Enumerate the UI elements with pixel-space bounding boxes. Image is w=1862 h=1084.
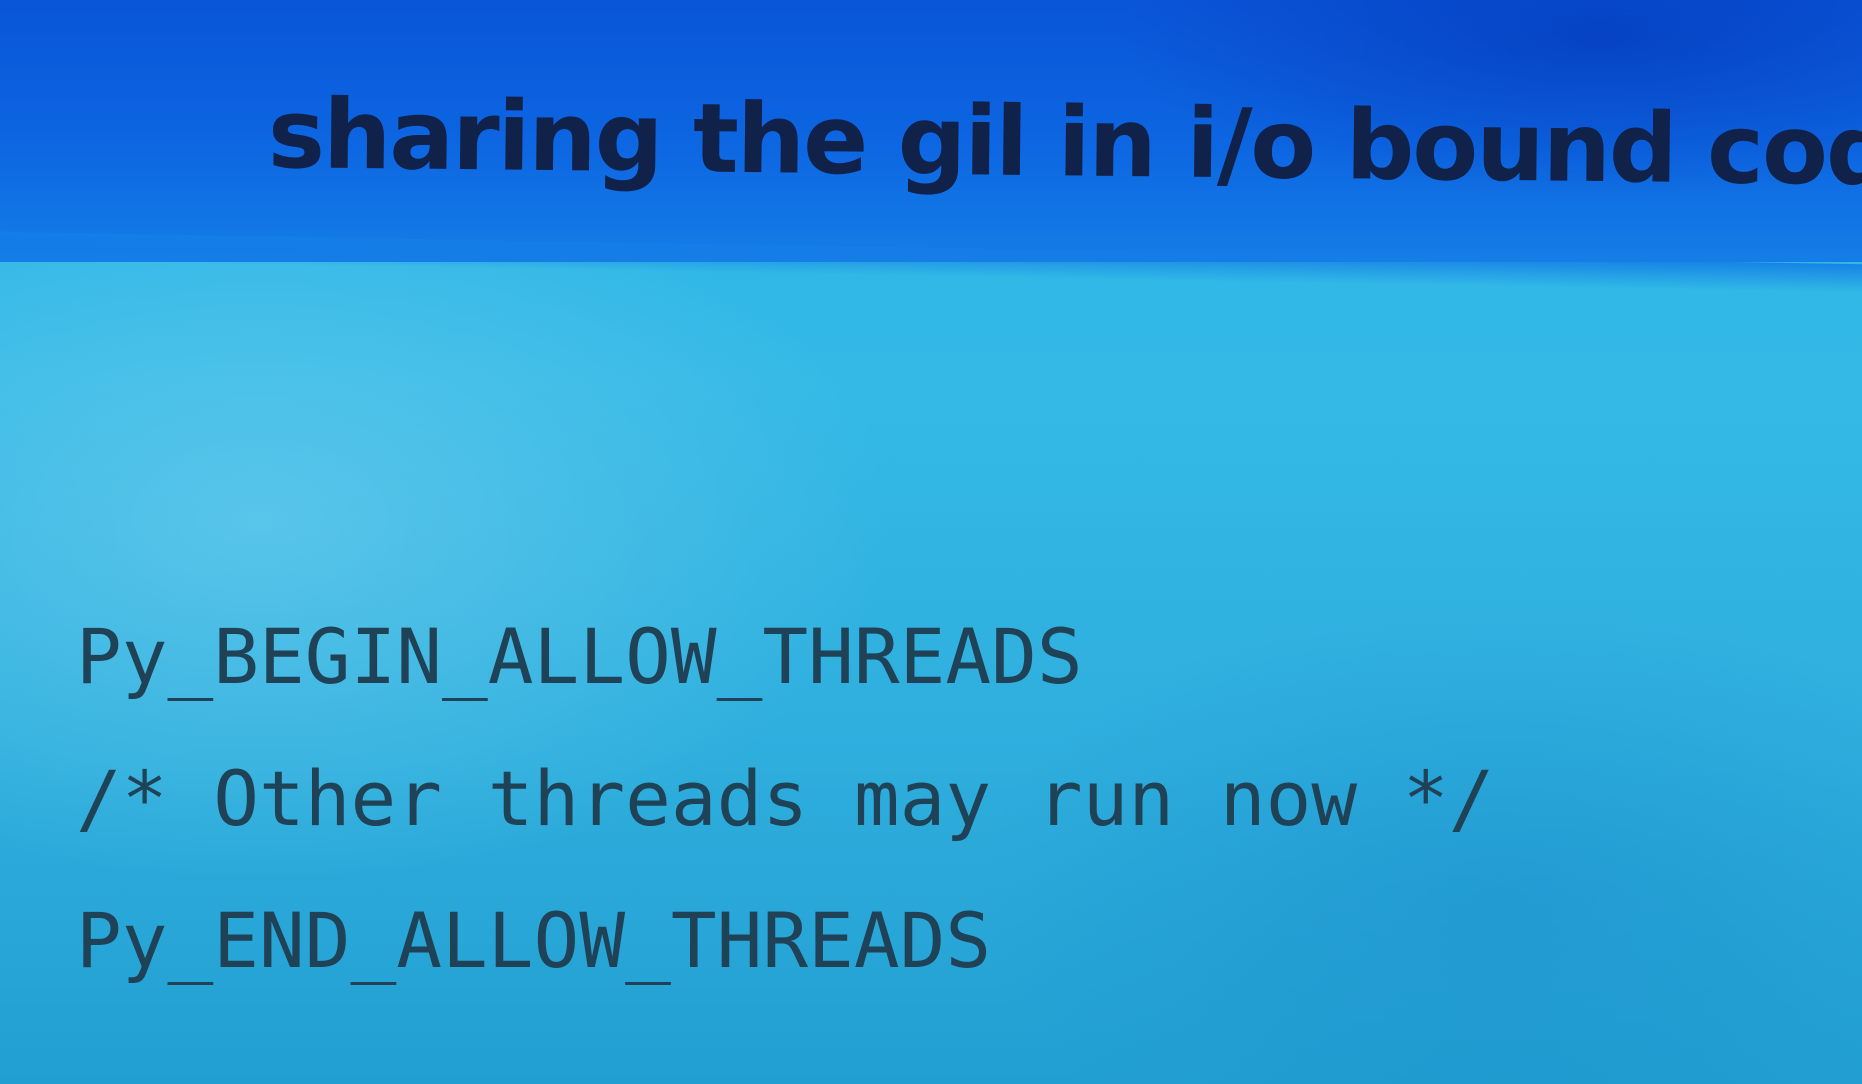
code-block: Py_BEGIN_ALLOW_THREADS /* Other threads m… xyxy=(76,612,1494,1038)
slide-title: sharing the gil in i/o bound code xyxy=(267,78,1862,208)
code-line-begin-allow-threads: Py_BEGIN_ALLOW_THREADS xyxy=(76,612,1083,701)
presentation-slide: sharing the gil in i/o bound code Py_BEG… xyxy=(0,0,1862,1084)
code-line-end-allow-threads: Py_END_ALLOW_THREADS xyxy=(76,896,992,985)
code-line-comment: /* Other threads may run now */ xyxy=(76,754,1495,843)
title-band: sharing the gil in i/o bound code xyxy=(0,0,1862,262)
